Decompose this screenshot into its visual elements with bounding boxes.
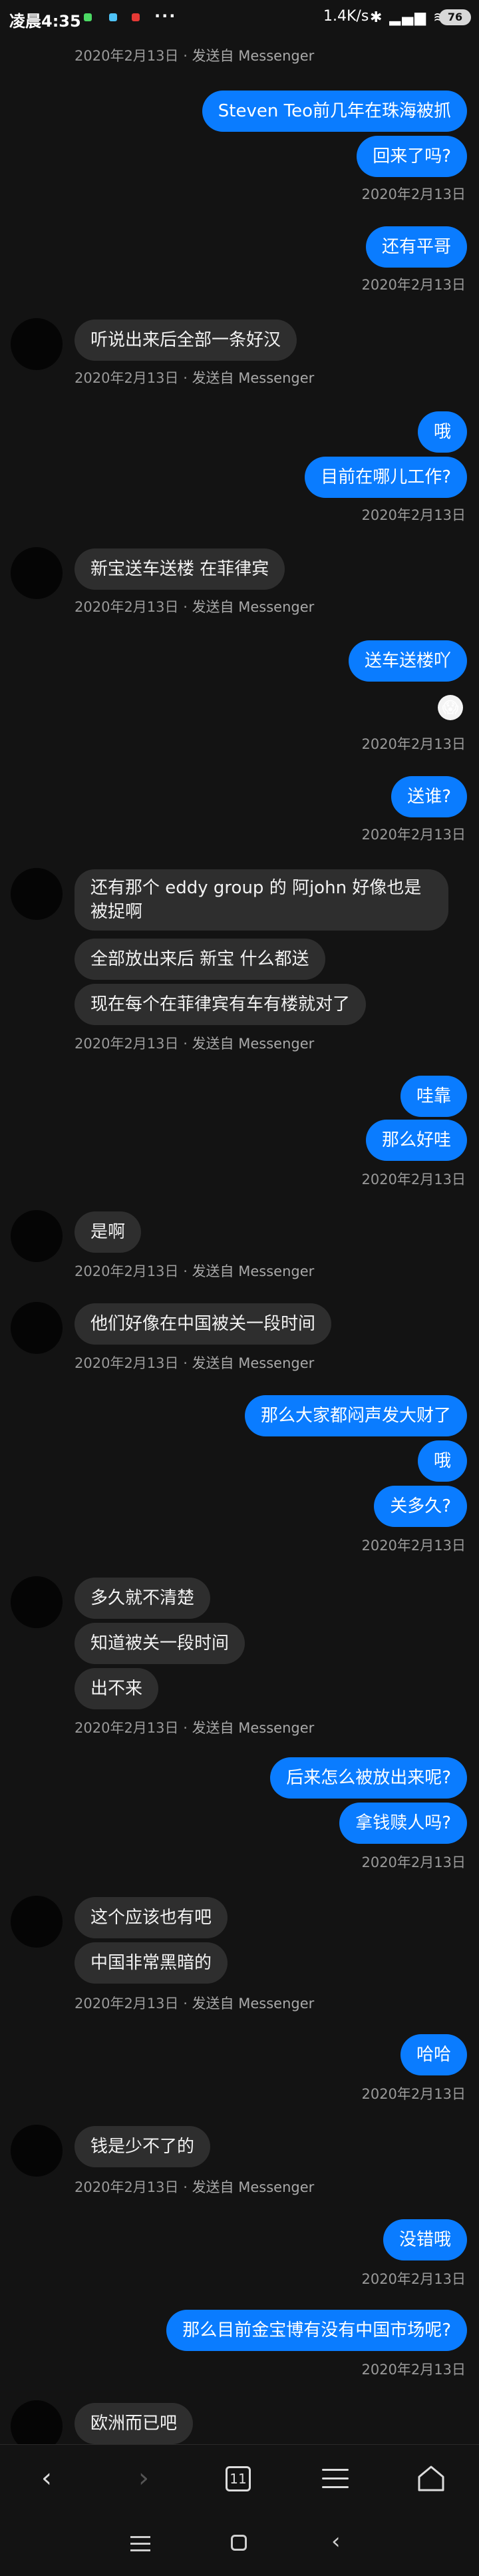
- incoming-message[interactable]: 是啊: [75, 1211, 142, 1253]
- message-meta: 2020年2月13日: [361, 827, 466, 843]
- message-meta: 2020年2月13日 · 发送自 Messenger: [75, 2179, 315, 2195]
- outgoing-message[interactable]: 后来怎么被放出来呢?: [270, 1757, 467, 1799]
- reaction-scream-icon[interactable]: 😱: [438, 695, 463, 720]
- home-button[interactable]: [231, 2535, 247, 2551]
- message-meta: 2020年2月13日: [361, 1854, 466, 1870]
- battery-icon: 76: [439, 9, 471, 25]
- incoming-message[interactable]: 多久就不清楚: [75, 1578, 211, 1619]
- message-meta: 2020年2月13日: [361, 736, 466, 752]
- incoming-message[interactable]: 这个应该也有吧: [75, 1897, 228, 1938]
- network-speed: 1.4K/s: [323, 8, 369, 25]
- avatar[interactable]: [11, 318, 63, 370]
- outgoing-message[interactable]: 关多久?: [374, 1486, 467, 1527]
- status-bar: 凌晨4:35 ··· 1.4K/s ✱ ▂▄▆ ≋ 76: [0, 0, 479, 37]
- message-meta: 2020年2月13日 · 发送自 Messenger: [75, 48, 315, 64]
- message-meta: 2020年2月13日 · 发送自 Messenger: [75, 1996, 315, 2012]
- avatar[interactable]: [11, 2125, 63, 2177]
- message-meta: 2020年2月13日 · 发送自 Messenger: [75, 1720, 315, 1736]
- forward-button[interactable]: ›: [124, 2460, 164, 2497]
- notification-icon-blue: [109, 13, 117, 21]
- avatar[interactable]: [11, 1210, 63, 1262]
- avatar[interactable]: [11, 868, 63, 920]
- signal-wifi-icons: ✱ ▂▄▆ ≋: [370, 9, 447, 26]
- incoming-message[interactable]: 还有那个 eddy group 的 阿john 好像也是被捉啊: [75, 869, 448, 931]
- message-meta: 2020年2月13日 · 发送自 Messenger: [75, 599, 315, 615]
- message-meta: 2020年2月13日: [361, 186, 466, 202]
- outgoing-message[interactable]: 目前在哪儿工作?: [305, 457, 467, 498]
- recent-apps-button[interactable]: [130, 2536, 150, 2556]
- message-meta: 2020年2月13日: [361, 1172, 466, 1187]
- message-meta: 2020年2月13日 · 发送自 Messenger: [75, 1355, 315, 1371]
- avatar[interactable]: [11, 547, 63, 599]
- incoming-message[interactable]: 听说出来后全部一条好汉: [75, 320, 297, 361]
- incoming-message[interactable]: 中国非常黑暗的: [75, 1942, 228, 1984]
- back-button[interactable]: ‹: [27, 2460, 67, 2497]
- message-meta: 2020年2月13日 · 发送自 Messenger: [75, 1036, 315, 1052]
- outgoing-message[interactable]: 送谁?: [391, 776, 467, 817]
- incoming-message[interactable]: 欧洲而已吧: [75, 2403, 194, 2444]
- message-meta: 2020年2月13日: [361, 2086, 466, 2102]
- outgoing-message[interactable]: 那么目前金宝博有没有中国市场呢?: [166, 2310, 467, 2351]
- outgoing-message[interactable]: 拿钱赎人吗?: [339, 1803, 467, 1844]
- home-icon[interactable]: [416, 2464, 446, 2493]
- menu-button[interactable]: [322, 2469, 349, 2495]
- status-time: 凌晨4:35: [9, 12, 81, 31]
- browser-toolbar: ‹ › 11: [0, 2444, 479, 2511]
- outgoing-message[interactable]: 没错哦: [383, 2219, 467, 2260]
- incoming-message[interactable]: 知道被关一段时间: [75, 1623, 245, 1664]
- avatar[interactable]: [11, 1896, 63, 1948]
- outgoing-message[interactable]: 那么大家都闷声发大财了: [244, 1395, 467, 1436]
- message-meta: 2020年2月13日 · 发送自 Messenger: [75, 1263, 315, 1279]
- incoming-message[interactable]: 现在每个在菲律宾有车有楼就对了: [75, 984, 367, 1025]
- tabs-button[interactable]: 11: [226, 2466, 251, 2491]
- message-meta: 2020年2月13日: [361, 2271, 466, 2287]
- outgoing-message[interactable]: 回来了吗?: [357, 136, 467, 177]
- outgoing-message[interactable]: Steven Teo前几年在珠海被抓: [202, 91, 467, 132]
- outgoing-message[interactable]: 哦: [417, 411, 467, 453]
- outgoing-message[interactable]: 哈哈: [400, 2034, 467, 2075]
- incoming-message[interactable]: 新宝送车送楼 在菲律宾: [75, 548, 285, 590]
- message-meta: 2020年2月13日: [361, 1538, 466, 1554]
- incoming-message[interactable]: 出不来: [75, 1668, 159, 1709]
- outgoing-message[interactable]: 还有平哥: [365, 226, 467, 268]
- message-meta: 2020年2月13日 · 发送自 Messenger: [75, 370, 315, 386]
- avatar[interactable]: [11, 1576, 63, 1628]
- outgoing-message[interactable]: 哦: [417, 1440, 467, 1482]
- incoming-message[interactable]: 他们好像在中国被关一段时间: [75, 1303, 332, 1345]
- system-back-button[interactable]: ‹: [331, 2528, 341, 2555]
- outgoing-message[interactable]: 那么好哇: [365, 1120, 467, 1161]
- incoming-message[interactable]: 钱是少不了的: [75, 2126, 211, 2167]
- outgoing-message[interactable]: 送车送楼吖: [348, 640, 467, 682]
- message-meta: 2020年2月13日: [361, 277, 466, 293]
- outgoing-message[interactable]: 哇靠: [400, 1076, 467, 1117]
- avatar[interactable]: [11, 1302, 63, 1354]
- message-meta: 2020年2月13日: [361, 2362, 466, 2378]
- notification-icon-green: [84, 13, 92, 21]
- message-meta: 2020年2月13日: [361, 507, 466, 523]
- more-notifications-icon: ···: [154, 7, 177, 25]
- incoming-message[interactable]: 全部放出来后 新宝 什么都送: [75, 939, 325, 980]
- notification-icon-red: [132, 13, 140, 21]
- system-nav-bar: ‹: [0, 2511, 479, 2576]
